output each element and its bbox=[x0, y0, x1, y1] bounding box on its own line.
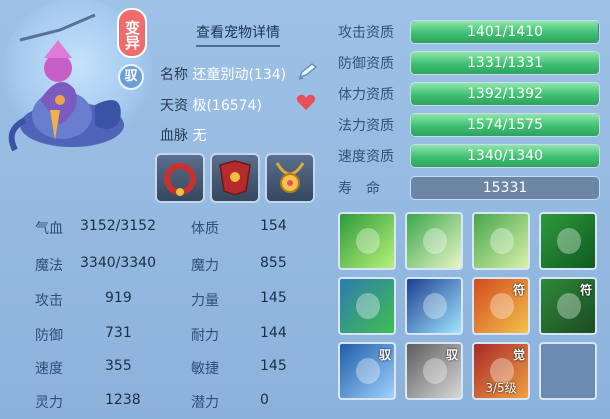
red-armor-icon bbox=[219, 160, 251, 196]
skill-tag: 觉 bbox=[512, 348, 525, 362]
quality-bar: 1340/1340 bbox=[410, 144, 600, 168]
aptitude-label: 天资 bbox=[160, 98, 188, 114]
attribute-label: 潜力 bbox=[191, 395, 219, 411]
stat-label: 速度 bbox=[35, 361, 63, 377]
equipment-slot-amulet[interactable] bbox=[265, 153, 315, 203]
talisman-sword-icon bbox=[490, 293, 514, 319]
bloodline-row: 血脉 无 bbox=[160, 125, 206, 145]
pet-panel: 变异 驭 查看宠物详情 名称 还童别动(134) 天资 极(16574) 血脉 … bbox=[0, 0, 610, 419]
ride-badge[interactable]: 驭 bbox=[118, 64, 144, 90]
skill-slot[interactable]: 符 bbox=[539, 277, 597, 335]
skill-tag: 符 bbox=[512, 283, 525, 297]
green-spirit-icon bbox=[557, 228, 581, 254]
quality-value: 1574/1575 bbox=[467, 117, 543, 133]
name-value: 还童别动(134) bbox=[192, 67, 287, 83]
skill-slot[interactable] bbox=[539, 212, 597, 270]
skill-slot[interactable]: 符 bbox=[472, 277, 530, 335]
attribute-value: 154 bbox=[260, 218, 287, 234]
muscle-man-icon bbox=[356, 293, 380, 319]
quality-bar: 1331/1331 bbox=[410, 51, 600, 75]
skill-tag: 符 bbox=[579, 283, 592, 297]
stat-value: 731 bbox=[105, 325, 132, 341]
empty-slot-icon bbox=[557, 358, 581, 384]
stat-value: 1238 bbox=[105, 392, 141, 408]
bloodline-value: 无 bbox=[192, 128, 207, 144]
quality-value: 1340/1340 bbox=[467, 148, 543, 164]
lightning-icon bbox=[423, 293, 447, 319]
skill-slot[interactable] bbox=[472, 212, 530, 270]
skill-tag: 驭 bbox=[378, 348, 391, 362]
heart-icon[interactable] bbox=[296, 93, 316, 111]
attribute-label: 力量 bbox=[191, 293, 219, 309]
stat-label: 魔法 bbox=[35, 258, 63, 274]
stat-label: 防御 bbox=[35, 328, 63, 344]
quality-label: 体力资质 bbox=[338, 87, 394, 103]
lifespan-label: 寿 命 bbox=[338, 181, 380, 197]
variant-badge: 变异 bbox=[117, 8, 147, 58]
quality-bar: 1392/1392 bbox=[410, 82, 600, 106]
stat-value: 3340/3340 bbox=[80, 255, 156, 271]
attribute-value: 145 bbox=[260, 290, 287, 306]
equipment-slot-collar[interactable] bbox=[155, 153, 205, 203]
attribute-label: 体质 bbox=[191, 221, 219, 237]
skill-tag: 驭 bbox=[445, 348, 458, 362]
attribute-value: 855 bbox=[260, 255, 287, 271]
quality-value: 1331/1331 bbox=[467, 55, 543, 71]
attribute-value: 0 bbox=[260, 392, 269, 408]
equipment-slot-armor[interactable] bbox=[210, 153, 260, 203]
attribute-label: 耐力 bbox=[191, 328, 219, 344]
shield-icon bbox=[356, 358, 380, 384]
pet-portrait[interactable]: 变异 驭 bbox=[0, 0, 160, 170]
skill-level: 3/5级 bbox=[485, 381, 517, 395]
skill-slot[interactable]: 驭 bbox=[338, 342, 396, 400]
view-pet-detail-link[interactable]: 查看宠物详情 bbox=[196, 22, 280, 47]
attribute-label: 魔力 bbox=[191, 258, 219, 274]
stat-value: 3152/3152 bbox=[80, 218, 156, 234]
pointing-hand-icon bbox=[423, 228, 447, 254]
quality-value: 1392/1392 bbox=[467, 86, 543, 102]
name-row: 名称 还童别动(134) bbox=[160, 64, 286, 84]
edit-pencil-icon[interactable] bbox=[297, 62, 319, 80]
quality-value: 1401/1410 bbox=[467, 24, 543, 40]
quality-bar: 1574/1575 bbox=[410, 113, 600, 137]
quality-bar: 1401/1410 bbox=[410, 20, 600, 44]
quality-label: 攻击资质 bbox=[338, 25, 394, 41]
skill-slot[interactable] bbox=[539, 342, 597, 400]
skill-slot[interactable]: 觉 3/5级 bbox=[472, 342, 530, 400]
bloodline-label: 血脉 bbox=[160, 128, 188, 144]
skill-slot[interactable]: 驭 bbox=[405, 342, 463, 400]
quality-label: 法力资质 bbox=[338, 118, 394, 134]
skill-slot[interactable] bbox=[338, 277, 396, 335]
quality-label: 防御资质 bbox=[338, 56, 394, 72]
smoke-rings-icon bbox=[423, 358, 447, 384]
skill-slot[interactable] bbox=[405, 212, 463, 270]
lifespan-bar: 15331 bbox=[410, 176, 600, 200]
green-cat-icon bbox=[557, 293, 581, 319]
name-label: 名称 bbox=[160, 67, 188, 83]
aptitude-value: 极(16574) bbox=[192, 98, 262, 114]
skill-slot[interactable] bbox=[338, 212, 396, 270]
gold-amulet-icon bbox=[275, 162, 305, 193]
red-collar-icon bbox=[164, 163, 196, 196]
stat-label: 灵力 bbox=[35, 395, 63, 411]
figure-glow-icon bbox=[356, 228, 380, 254]
skill-slot[interactable] bbox=[405, 277, 463, 335]
stat-label: 攻击 bbox=[35, 293, 63, 309]
palm-light-icon bbox=[490, 228, 514, 254]
attribute-value: 144 bbox=[260, 325, 287, 341]
stat-value: 919 bbox=[105, 290, 132, 306]
attribute-label: 敏捷 bbox=[191, 361, 219, 377]
attribute-value: 145 bbox=[260, 358, 287, 374]
stat-value: 355 bbox=[105, 358, 132, 374]
aptitude-row: 天资 极(16574) bbox=[160, 95, 262, 115]
quality-label: 速度资质 bbox=[338, 149, 394, 165]
stat-label: 气血 bbox=[35, 221, 63, 237]
